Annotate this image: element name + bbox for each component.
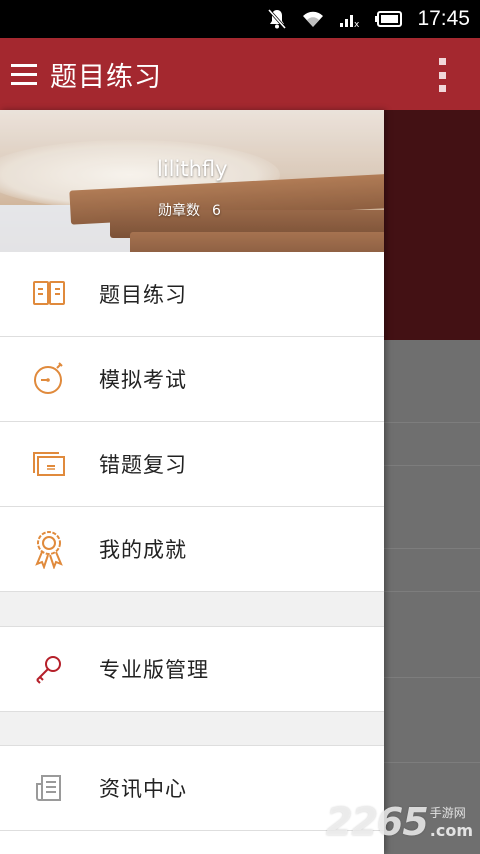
overflow-menu-icon	[438, 58, 446, 65]
notifications-muted-icon	[267, 8, 287, 30]
open-book-icon	[29, 274, 69, 314]
drawer-item-label: 题目练习	[99, 283, 187, 307]
drawer-item-label: 我的成就	[99, 538, 187, 562]
drawer-item-label: 资讯中心	[99, 777, 187, 801]
wifi-icon	[301, 10, 325, 28]
status-clock: 17:45	[417, 7, 470, 30]
page-title: 题目练习	[50, 61, 162, 93]
drawer-item-mock-exam[interactable]: 模拟考试	[0, 337, 384, 422]
battery-icon	[375, 11, 403, 27]
cards-icon	[29, 444, 69, 484]
drawer-separator	[0, 592, 384, 627]
medal-icon	[29, 529, 69, 569]
watermark-cn-text: 手游网	[429, 806, 466, 820]
badge-count: 6	[212, 203, 221, 219]
drawer-item-pro-management[interactable]: 专业版管理	[0, 627, 384, 712]
drawer-separator	[0, 712, 384, 746]
app-bar: 题目练习	[0, 38, 480, 110]
username[interactable]: lilithfly	[157, 157, 228, 181]
badge-label: 勋章数	[158, 203, 200, 219]
drawer-item-label: 模拟考试	[99, 368, 187, 392]
drawer-item-practice[interactable]: 题目练习	[0, 252, 384, 337]
signal-icon: x	[339, 10, 361, 28]
site-watermark: 2265 手游网 .com	[326, 800, 473, 844]
newspaper-icon	[29, 768, 69, 808]
drawer-item-mistake-review[interactable]: 错题复习	[0, 422, 384, 507]
drawer-item-achievements[interactable]: 我的成就	[0, 507, 384, 592]
stopwatch-icon	[29, 359, 69, 399]
navigation-drawer: lilithfly 勋章数 6 题目练习 模拟考试 错题复习 我的成就 专业版管理	[0, 110, 384, 854]
drawer-header: lilithfly 勋章数 6	[0, 110, 384, 252]
status-bar: x 17:45	[0, 0, 480, 38]
drawer-toggle-button[interactable]	[2, 38, 48, 110]
drawer-item-label: 错题复习	[99, 453, 187, 477]
overflow-menu-button[interactable]	[432, 58, 452, 92]
key-icon	[29, 649, 69, 689]
drawer-item-label: 专业版管理	[99, 658, 209, 682]
watermark-com-text: .com	[429, 821, 473, 840]
svg-text:x: x	[354, 20, 360, 28]
badge-count-line: 勋章数 6	[158, 200, 221, 220]
watermark-digits: 2265	[326, 800, 429, 844]
menu-icon	[11, 64, 37, 85]
